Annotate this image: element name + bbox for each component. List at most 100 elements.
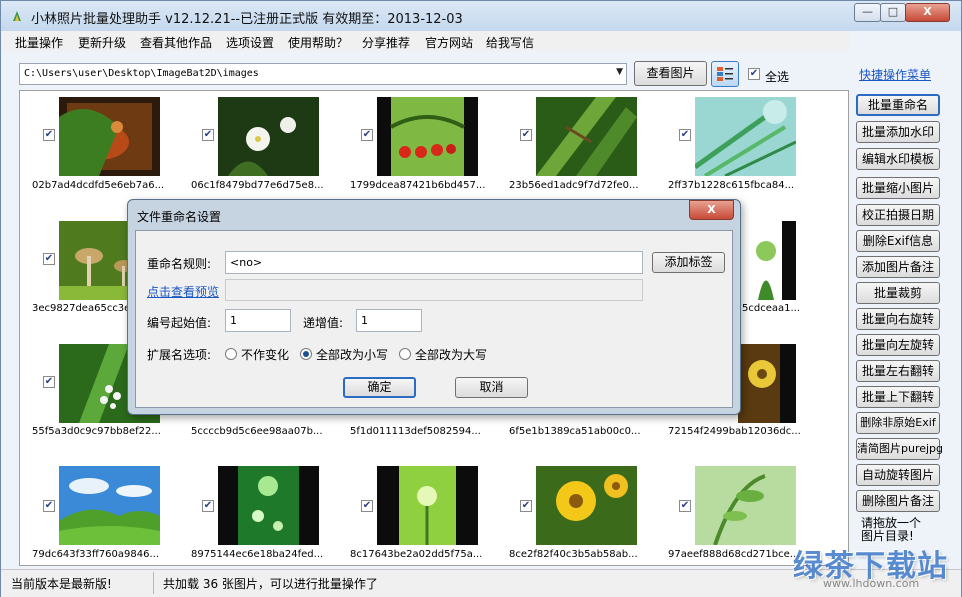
ext-unchanged-label: 不作变化 bbox=[241, 348, 290, 362]
thumbnail-checkbox[interactable]: ✔ bbox=[520, 500, 532, 512]
auto-rotate-button[interactable]: 自动旋转图片 bbox=[856, 464, 940, 486]
ext-lowercase-radio[interactable] bbox=[300, 348, 312, 360]
delete-note-button[interactable]: 删除图片备注 bbox=[856, 490, 940, 512]
thumbnail-checkbox[interactable]: ✔ bbox=[202, 500, 214, 512]
dialog-title: 文件重命名设置 bbox=[137, 210, 222, 224]
thumbnail-filename: 8c17643be2a02dd5f75a... bbox=[350, 549, 483, 560]
list-view-icon bbox=[717, 67, 733, 81]
batch-rename-button[interactable]: 批量重命名 bbox=[856, 94, 940, 116]
rule-input[interactable]: <no> bbox=[225, 251, 643, 274]
thumbnail-image[interactable] bbox=[536, 466, 637, 545]
thumbnail-image[interactable] bbox=[59, 97, 160, 176]
thumbnail-filename: 5f1d011113def5082594... bbox=[350, 426, 481, 437]
ok-button[interactable]: 确定 bbox=[343, 377, 416, 398]
thumbnail-checkbox[interactable]: ✔ bbox=[361, 129, 373, 141]
path-combobox[interactable]: C:\Users\user\Desktop\ImageBat2D\images … bbox=[19, 63, 627, 85]
batch-watermark-button[interactable]: 批量添加水印 bbox=[856, 121, 940, 143]
close-button[interactable]: X bbox=[905, 3, 950, 22]
thumbnail-image[interactable] bbox=[377, 97, 478, 176]
thumbnail-checkbox[interactable]: ✔ bbox=[43, 129, 55, 141]
thumbnail-filename: 2ff37b1228c615fbca84... bbox=[668, 180, 795, 191]
flip-horizontal-button[interactable]: 批量左右翻转 bbox=[856, 360, 940, 382]
thumbnail-filename: 5cdceaa1... bbox=[742, 303, 801, 314]
thumbnail-filename: 5ccccb9d5c6ee98aa07b... bbox=[191, 426, 323, 437]
menu-batch[interactable]: 批量操作 bbox=[15, 34, 63, 51]
menu-website[interactable]: 官方网站 bbox=[425, 34, 473, 51]
maximize-button[interactable]: □ bbox=[880, 3, 906, 22]
preview-output bbox=[225, 279, 643, 301]
thumbnail-checkbox[interactable]: ✔ bbox=[202, 129, 214, 141]
app-window: 小林照片批量处理助手 v12.12.21--已注册正式版 有效期至：2013-1… bbox=[0, 0, 962, 597]
ext-unchanged-radio[interactable] bbox=[225, 348, 237, 360]
thumbnail-checkbox[interactable]: ✔ bbox=[679, 500, 691, 512]
thumbnail-image[interactable] bbox=[377, 466, 478, 545]
select-all-label: 全选 bbox=[765, 70, 790, 84]
thumbnail-filename: 72154f2499bab12036dc... bbox=[668, 426, 801, 437]
thumbnail-checkbox[interactable]: ✔ bbox=[43, 376, 55, 388]
view-images-button[interactable]: 查看图片 bbox=[634, 61, 707, 86]
menu-other-works[interactable]: 查看其他作品 bbox=[140, 34, 212, 51]
step-input[interactable]: 1 bbox=[356, 309, 422, 332]
thumbnail-filename: 55f5a3d0c9c97bb8ef22... bbox=[32, 426, 161, 437]
menu-update[interactable]: 更新升级 bbox=[78, 34, 126, 51]
chevron-down-icon[interactable]: ▼ bbox=[616, 67, 623, 77]
grid-view-button[interactable] bbox=[711, 61, 739, 87]
delete-exif-button[interactable]: 删除Exif信息 bbox=[856, 230, 940, 252]
window-title: 小林照片批量处理助手 v12.12.21--已注册正式版 有效期至：2013-1… bbox=[31, 12, 463, 27]
status-loaded: 共加载 36 张图片，可以进行批量操作了 bbox=[163, 577, 378, 591]
menu-write-me[interactable]: 给我写信 bbox=[486, 34, 534, 51]
batch-resize-button[interactable]: 批量缩小图片 bbox=[856, 177, 940, 199]
ext-uppercase-radio[interactable] bbox=[399, 348, 411, 360]
add-note-button[interactable]: 添加图片备注 bbox=[856, 256, 940, 278]
rotate-left-button[interactable]: 批量向左旋转 bbox=[856, 334, 940, 356]
ext-uppercase-label: 全部改为大写 bbox=[415, 348, 488, 362]
rotate-right-button[interactable]: 批量向右旋转 bbox=[856, 308, 940, 330]
preview-link[interactable]: 点击查看预览 bbox=[147, 283, 219, 300]
thumbnail-filename: 8975144ec6e18ba24fed... bbox=[191, 549, 324, 560]
thumbnail-image[interactable] bbox=[695, 97, 796, 176]
thumbnail-image[interactable] bbox=[738, 221, 796, 300]
app-icon bbox=[13, 11, 21, 21]
cancel-button[interactable]: 取消 bbox=[455, 377, 528, 398]
thumbnail-image[interactable] bbox=[218, 97, 319, 176]
thumbnail-checkbox[interactable]: ✔ bbox=[520, 129, 532, 141]
purejpg-button[interactable]: 清简图片purejpg bbox=[856, 438, 943, 460]
thumbnail-checkbox[interactable]: ✔ bbox=[679, 129, 691, 141]
select-all-checkbox[interactable]: ✔ bbox=[748, 68, 760, 80]
quick-menu-link[interactable]: 快捷操作菜单 bbox=[859, 66, 931, 83]
ext-lowercase-label: 全部改为小写 bbox=[316, 348, 389, 362]
start-number-input[interactable]: 1 bbox=[225, 309, 291, 332]
thumbnail-filename: 23b56ed1adc9f7d72fe0... bbox=[509, 180, 639, 191]
rename-dialog: 文件重命名设置 X 重命名规则: <no> 添加标签 点击查看预览 编号起始值:… bbox=[127, 199, 741, 415]
title-bar[interactable]: 小林照片批量处理助手 v12.12.21--已注册正式版 有效期至：2013-1… bbox=[1, 1, 961, 31]
fix-date-button[interactable]: 校正拍摄日期 bbox=[856, 204, 940, 226]
thumbnail-checkbox[interactable]: ✔ bbox=[361, 500, 373, 512]
thumbnail-checkbox[interactable]: ✔ bbox=[43, 500, 55, 512]
drop-folder-hint: 请拖放一个图片目录! bbox=[861, 516, 922, 543]
delete-nonoriginal-exif-button[interactable]: 删除非原始Exif bbox=[856, 412, 940, 434]
thumbnail-checkbox[interactable]: ✔ bbox=[43, 253, 55, 265]
thumbnail-image[interactable] bbox=[738, 344, 796, 423]
flip-vertical-button[interactable]: 批量上下翻转 bbox=[856, 386, 940, 408]
thumbnail-filename: 6f5e1b1389ca51ab00c0... bbox=[509, 426, 641, 437]
thumbnail-image[interactable] bbox=[695, 466, 796, 545]
path-value: C:\Users\user\Desktop\ImageBat2D\images bbox=[24, 68, 259, 79]
dialog-body: 重命名规则: <no> 添加标签 点击查看预览 编号起始值: 1 递增值: 1 … bbox=[135, 230, 733, 408]
dialog-close-button[interactable]: X bbox=[689, 200, 734, 220]
menu-help[interactable]: 使用帮助？ bbox=[288, 34, 348, 51]
menu-share[interactable]: 分享推荐 bbox=[362, 34, 410, 51]
menu-settings[interactable]: 选项设置 bbox=[226, 34, 274, 51]
status-version: 当前版本是最新版! bbox=[11, 577, 112, 591]
start-number-label: 编号起始值: bbox=[147, 316, 212, 330]
edit-watermark-template-button[interactable]: 编辑水印模板 bbox=[856, 148, 940, 170]
thumbnail-image[interactable] bbox=[536, 97, 637, 176]
thumbnail-image[interactable] bbox=[59, 466, 160, 545]
status-divider bbox=[153, 572, 154, 594]
rule-label: 重命名规则: bbox=[147, 257, 212, 271]
add-tag-button[interactable]: 添加标签 bbox=[652, 252, 725, 273]
minimize-button[interactable]: — bbox=[854, 3, 881, 22]
batch-crop-button[interactable]: 批量裁剪 bbox=[856, 282, 940, 304]
thumbnail-image[interactable] bbox=[218, 466, 319, 545]
step-label: 递增值: bbox=[303, 316, 344, 330]
thumbnail-filename: 06c1f8479bd77e6d75e8... bbox=[191, 180, 324, 191]
